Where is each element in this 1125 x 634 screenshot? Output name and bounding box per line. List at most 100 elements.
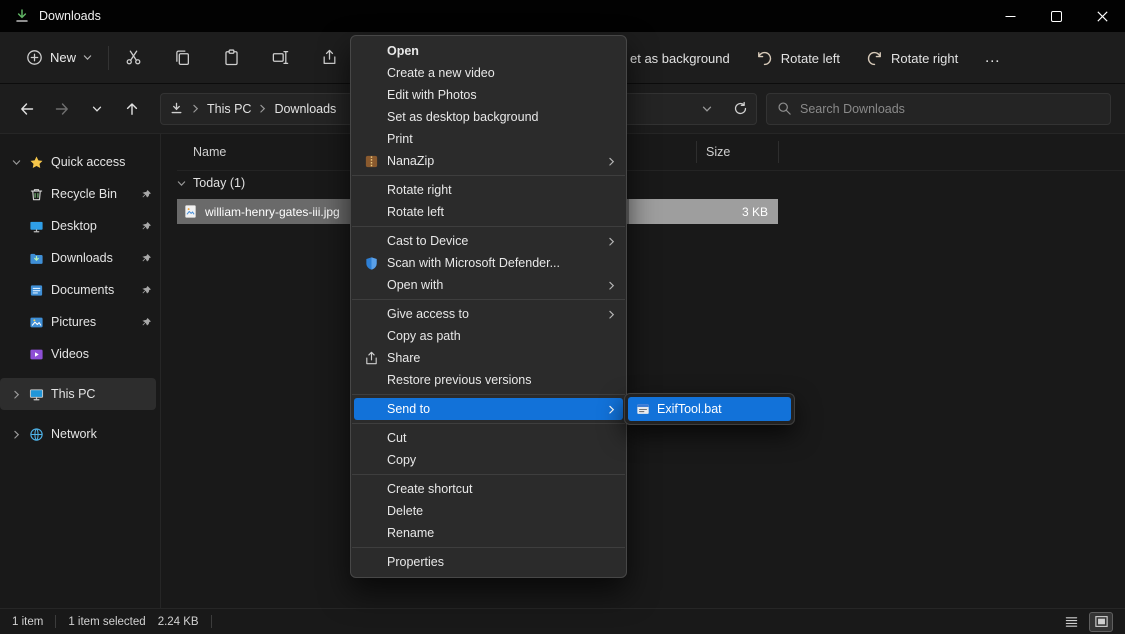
- menu-item-create-shortcut[interactable]: Create shortcut: [351, 478, 626, 500]
- maximize-button[interactable]: [1033, 0, 1079, 32]
- sidebar-item-this-pc[interactable]: This PC: [0, 378, 156, 410]
- menu-item-scan-with-microsoft-defender[interactable]: Scan with Microsoft Defender...: [351, 252, 626, 274]
- details-view-icon: [1064, 614, 1079, 629]
- menu-item-delete[interactable]: Delete: [351, 500, 626, 522]
- desktop-icon: [29, 219, 44, 234]
- menu-item-cut[interactable]: Cut: [351, 427, 626, 449]
- pin-icon: [141, 253, 152, 264]
- up-icon: [124, 101, 140, 117]
- submenu-item-exiftool[interactable]: ExifTool.bat: [628, 397, 791, 421]
- up-button[interactable]: [119, 96, 145, 122]
- pin-icon: [141, 189, 152, 200]
- breadcrumb-chevron-icon: [258, 104, 267, 113]
- rename-icon[interactable]: [272, 49, 289, 66]
- details-view-button[interactable]: [1059, 612, 1083, 632]
- view-switcher: [1059, 612, 1113, 632]
- breadcrumb-segment-this-pc[interactable]: This PC: [207, 102, 251, 116]
- menu-item-label: Copy: [387, 453, 416, 467]
- copy-icon[interactable]: [174, 49, 191, 66]
- group-header-label: Today (1): [193, 176, 245, 190]
- sidebar-item-network[interactable]: Network: [0, 418, 160, 450]
- menu-item-share[interactable]: Share: [351, 347, 626, 369]
- thumbnail-view-button[interactable]: [1089, 612, 1113, 632]
- forward-icon: [54, 101, 70, 117]
- menu-item-cast-to-device[interactable]: Cast to Device: [351, 230, 626, 252]
- column-header-name[interactable]: Name: [193, 145, 226, 159]
- sidebar-item-downloads[interactable]: Downloads: [0, 242, 160, 274]
- column-divider[interactable]: [778, 141, 779, 163]
- recent-locations-button[interactable]: [84, 96, 110, 122]
- minimize-icon: [1005, 11, 1016, 22]
- sidebar-item-label: Quick access: [51, 155, 152, 169]
- sidebar-item-label: Recycle Bin: [51, 187, 134, 201]
- sidebar-item-pictures[interactable]: Pictures: [0, 306, 160, 338]
- pin-icon: [141, 221, 152, 232]
- new-button[interactable]: New: [16, 43, 102, 72]
- menu-item-set-as-desktop-background[interactable]: Set as desktop background: [351, 106, 626, 128]
- sidebar-item-label: Videos: [51, 347, 152, 361]
- videos-icon: [29, 347, 44, 362]
- close-icon: [1097, 11, 1108, 22]
- forward-button[interactable]: [49, 96, 75, 122]
- sidebar-item-documents[interactable]: Documents: [0, 274, 160, 306]
- downloads-icon: [14, 8, 30, 24]
- menu-item-rotate-left[interactable]: Rotate left: [351, 201, 626, 223]
- new-button-label: New: [50, 50, 76, 65]
- menu-item-open[interactable]: Open: [351, 40, 626, 62]
- back-button[interactable]: [14, 96, 40, 122]
- menu-item-rotate-right[interactable]: Rotate right: [351, 179, 626, 201]
- status-selected-count: 1 item selected: [68, 616, 145, 628]
- refresh-icon[interactable]: [733, 101, 748, 116]
- sidebar-item-videos[interactable]: Videos: [0, 338, 160, 370]
- share-icon[interactable]: [321, 49, 338, 66]
- menu-item-nanazip[interactable]: NanaZip: [351, 150, 626, 172]
- paste-icon[interactable]: [223, 49, 240, 66]
- menu-item-label: Share: [387, 351, 420, 365]
- search-input[interactable]: [800, 102, 1100, 116]
- breadcrumb-segment-downloads[interactable]: Downloads: [274, 102, 336, 116]
- minimize-button[interactable]: [987, 0, 1033, 32]
- menu-item-rename[interactable]: Rename: [351, 522, 626, 544]
- sidebar-item-label: Desktop: [51, 219, 134, 233]
- column-header-size[interactable]: Size: [706, 145, 730, 159]
- menu-separator: [352, 474, 625, 475]
- menu-item-copy[interactable]: Copy: [351, 449, 626, 471]
- menu-item-create-a-new-video[interactable]: Create a new video: [351, 62, 626, 84]
- menu-separator: [352, 226, 625, 227]
- menu-item-edit-with-photos[interactable]: Edit with Photos: [351, 84, 626, 106]
- cut-icon[interactable]: [125, 49, 142, 66]
- set-as-background-button[interactable]: et as background: [630, 51, 730, 66]
- status-item-count: 1 item: [12, 616, 43, 628]
- file-list-pane: Name Size Today (1) william-henry-gates-…: [161, 134, 1125, 608]
- this-pc-icon: [29, 387, 44, 402]
- rotate-left-label: Rotate left: [781, 51, 840, 66]
- menu-item-open-with[interactable]: Open with: [351, 274, 626, 296]
- menu-item-send-to[interactable]: Send to: [354, 398, 623, 420]
- sidebar-gap: [0, 370, 160, 378]
- menu-item-label: Open with: [387, 278, 443, 292]
- sidebar-item-label: Downloads: [51, 251, 134, 265]
- menu-item-restore-previous-versions[interactable]: Restore previous versions: [351, 369, 626, 391]
- menu-item-properties[interactable]: Properties: [351, 551, 626, 573]
- rotate-left-button[interactable]: Rotate left: [756, 50, 840, 67]
- rotate-right-button[interactable]: Rotate right: [866, 50, 958, 67]
- close-button[interactable]: [1079, 0, 1125, 32]
- menu-item-give-access-to[interactable]: Give access to: [351, 303, 626, 325]
- maximize-icon: [1051, 11, 1062, 22]
- toolbar-right-actions: et as background Rotate left Rotate righ…: [630, 32, 1001, 84]
- recent-chevron-icon: [92, 104, 102, 114]
- file-size: 3 KB: [742, 205, 768, 219]
- column-divider[interactable]: [696, 141, 697, 163]
- menu-item-print[interactable]: Print: [351, 128, 626, 150]
- group-header-today[interactable]: Today (1): [177, 176, 245, 190]
- menu-item-label: Restore previous versions: [387, 373, 532, 387]
- sidebar-item-desktop[interactable]: Desktop: [0, 210, 160, 242]
- share-icon: [363, 350, 379, 366]
- address-dropdown-chevron-icon[interactable]: [702, 104, 712, 114]
- sidebar-item-recycle-bin[interactable]: Recycle Bin: [0, 178, 160, 210]
- menu-item-label: Create a new video: [387, 66, 495, 80]
- more-options-button[interactable]: …: [984, 49, 1001, 67]
- menu-item-copy-as-path[interactable]: Copy as path: [351, 325, 626, 347]
- menu-item-label: Send to: [387, 402, 430, 416]
- sidebar-item-quick-access[interactable]: Quick access: [0, 146, 160, 178]
